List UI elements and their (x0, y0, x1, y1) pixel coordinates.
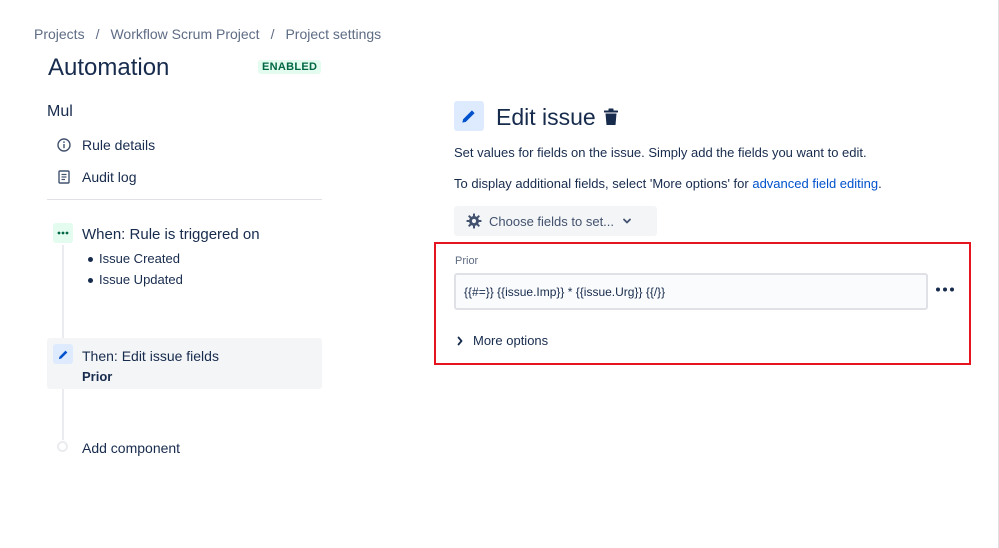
chevron-down-icon (622, 216, 632, 226)
breadcrumb: Projects / Workflow Scrum Project / Proj… (34, 26, 381, 42)
document-icon (56, 169, 72, 185)
audit-log-label: Audit log (82, 169, 137, 185)
trash-icon[interactable] (603, 108, 619, 126)
breadcrumb-projects[interactable]: Projects (34, 26, 85, 42)
editor-description-more: To display additional fields, select 'Mo… (454, 176, 882, 191)
breadcrumb-project-settings[interactable]: Project settings (285, 26, 381, 42)
prior-field-input[interactable] (454, 273, 928, 310)
more-options-toggle[interactable]: More options (456, 333, 548, 348)
choose-fields-label: Choose fields to set... (489, 213, 615, 229)
sidebar-divider (47, 199, 322, 200)
list-item: Issue Updated (88, 271, 183, 292)
add-component-button[interactable]: Add component (82, 440, 180, 456)
trigger-title[interactable]: When: Rule is triggered on (82, 226, 260, 243)
more-actions-icon[interactable] (933, 279, 957, 299)
breadcrumb-separator: / (270, 26, 275, 42)
gear-icon (466, 213, 482, 229)
breadcrumb-project[interactable]: Workflow Scrum Project (110, 26, 259, 42)
pencil-icon (454, 101, 484, 131)
description-text: . (878, 176, 882, 191)
action-subtitle: Prior (82, 369, 113, 384)
pencil-icon (53, 344, 73, 364)
editor-title: Edit issue (496, 104, 596, 130)
field-label-prior: Prior (455, 255, 479, 267)
editor-description: Set values for fields on the issue. Simp… (454, 145, 867, 160)
choose-fields-button[interactable]: Choose fields to set... (454, 206, 657, 236)
advanced-field-editing-link[interactable]: advanced field editing (752, 176, 878, 191)
action-card-edit-issue[interactable]: Then: Edit issue fields Prior (47, 338, 322, 389)
rule-details-label: Rule details (82, 137, 156, 153)
description-text: To display additional fields, select 'Mo… (454, 176, 753, 191)
action-title: Then: Edit issue fields (82, 348, 219, 364)
breadcrumb-separator: / (95, 26, 100, 42)
ellipsis-icon (53, 223, 73, 243)
status-badge: ENABLED (258, 60, 322, 74)
trigger-event-list: Issue Created Issue Updated (88, 250, 183, 292)
more-options-label: More options (473, 333, 549, 348)
list-item: Issue Created (88, 250, 183, 271)
chevron-right-icon (456, 336, 464, 346)
info-icon (56, 137, 72, 153)
audit-log-link[interactable]: Audit log (56, 169, 136, 185)
rule-details-link[interactable]: Rule details (56, 137, 155, 153)
page-title: Automation (48, 54, 170, 81)
add-component-dot (57, 441, 68, 452)
rule-name: Mul (47, 103, 73, 120)
